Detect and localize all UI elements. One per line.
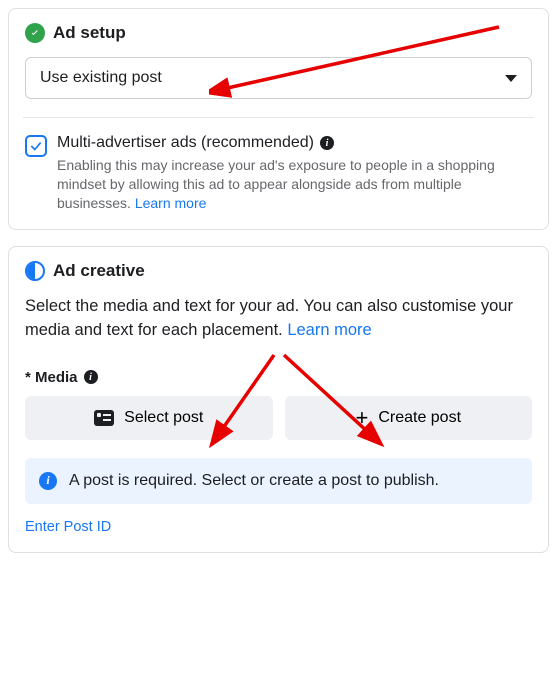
media-button-row: Select post + Create post (25, 396, 532, 440)
info-icon[interactable]: i (320, 136, 334, 150)
create-post-button[interactable]: + Create post (285, 396, 533, 440)
learn-more-link[interactable]: Learn more (135, 195, 207, 211)
ad-setup-header: Ad setup (25, 23, 532, 43)
learn-more-link[interactable]: Learn more (287, 321, 371, 339)
multi-advertiser-row: Multi-advertiser ads (recommended) i Ena… (25, 134, 532, 213)
info-icon[interactable]: i (84, 370, 98, 384)
media-label: * Media i (25, 369, 532, 386)
half-circle-icon (25, 261, 45, 281)
post-required-notice: i A post is required. Select or create a… (25, 458, 532, 504)
post-icon (94, 410, 114, 426)
ad-setup-card: Ad setup Use existing post Multi-adverti… (8, 8, 549, 230)
ad-creative-card: Ad creative Select the media and text fo… (8, 246, 549, 553)
chevron-down-icon (505, 75, 517, 82)
select-post-button[interactable]: Select post (25, 396, 273, 440)
enter-post-id-link[interactable]: Enter Post ID (25, 519, 111, 535)
multi-advertiser-label: Multi-advertiser ads (recommended) i (57, 134, 532, 152)
ad-creative-desc: Select the media and text for your ad. Y… (25, 295, 532, 343)
multi-advertiser-checkbox[interactable] (25, 135, 47, 157)
divider (23, 117, 534, 118)
ad-setup-title: Ad setup (53, 23, 126, 43)
post-source-dropdown[interactable]: Use existing post (25, 57, 532, 99)
ad-creative-header: Ad creative (25, 261, 532, 281)
info-icon: i (39, 472, 57, 490)
ad-creative-title: Ad creative (53, 261, 145, 281)
check-circle-icon (25, 23, 45, 43)
multi-advertiser-desc: Enabling this may increase your ad's exp… (57, 156, 532, 213)
dropdown-value: Use existing post (40, 69, 162, 87)
notice-text: A post is required. Select or create a p… (69, 472, 439, 490)
plus-icon: + (355, 407, 368, 429)
